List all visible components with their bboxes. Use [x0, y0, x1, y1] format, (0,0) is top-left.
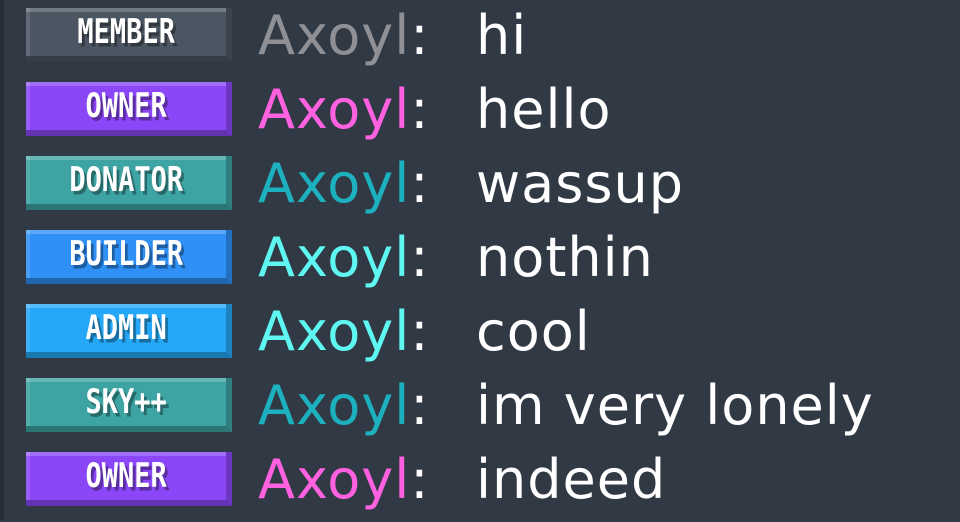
message-text: indeed	[476, 448, 667, 511]
chat-message-row: SKY++ Axoyl: im very lonely	[0, 374, 960, 448]
player-name: Axoyl:	[258, 73, 429, 147]
rank-badge: SKY++	[26, 378, 232, 432]
player-name: Axoyl:	[258, 0, 429, 73]
name-separator: :	[410, 448, 430, 511]
chat-message-row: OWNER Axoyl: hello	[0, 78, 960, 152]
message-text: cool	[476, 300, 591, 363]
rank-badge: MEMBER	[26, 8, 232, 62]
name-separator: :	[410, 226, 430, 289]
player-name-text: Axoyl	[258, 374, 411, 437]
player-name-text: Axoyl	[258, 152, 411, 215]
rank-badge-label: MEMBER	[77, 12, 175, 52]
rank-badge-label: OWNER	[85, 86, 167, 126]
player-name-text: Axoyl	[258, 448, 411, 511]
chat-message-row: BUILDER Axoyl: nothin	[0, 226, 960, 300]
chat-message-row: ADMIN Axoyl: cool	[0, 300, 960, 374]
name-separator: :	[410, 78, 430, 141]
message-text: hello	[476, 78, 612, 141]
rank-badge-label: BUILDER	[69, 234, 183, 274]
player-name: Axoyl:	[258, 295, 429, 369]
name-separator: :	[410, 300, 430, 363]
rank-badge: OWNER	[26, 452, 232, 506]
message-text: wassup	[476, 152, 685, 215]
message-text: nothin	[476, 226, 654, 289]
message-text: im very lonely	[476, 374, 874, 437]
player-name-text: Axoyl	[258, 78, 411, 141]
rank-badge-label: ADMIN	[85, 308, 167, 348]
player-name: Axoyl:	[258, 221, 429, 295]
rank-badge: OWNER	[26, 82, 232, 136]
player-name: Axoyl:	[258, 443, 429, 517]
chat-message-row: DONATOR Axoyl: wassup	[0, 152, 960, 226]
name-separator: :	[410, 374, 430, 437]
player-name-text: Axoyl	[258, 226, 411, 289]
rank-badge-label: DONATOR	[69, 160, 183, 200]
player-name: Axoyl:	[258, 147, 429, 221]
name-separator: :	[410, 4, 430, 67]
message-text: hi	[476, 4, 528, 67]
chat-log: MEMBER Axoyl: hi OWNER Axoyl: hello DONA…	[0, 0, 960, 520]
rank-badge: DONATOR	[26, 156, 232, 210]
rank-badge-label: SKY++	[85, 382, 167, 422]
player-name-text: Axoyl	[258, 300, 411, 363]
player-name: Axoyl:	[258, 369, 429, 443]
player-name-text: Axoyl	[258, 4, 411, 67]
rank-badge: ADMIN	[26, 304, 232, 358]
name-separator: :	[410, 152, 430, 215]
rank-badge: BUILDER	[26, 230, 232, 284]
chat-message-row: MEMBER Axoyl: hi	[0, 4, 960, 78]
rank-badge-label: OWNER	[85, 456, 167, 496]
chat-message-row: OWNER Axoyl: indeed	[0, 448, 960, 522]
